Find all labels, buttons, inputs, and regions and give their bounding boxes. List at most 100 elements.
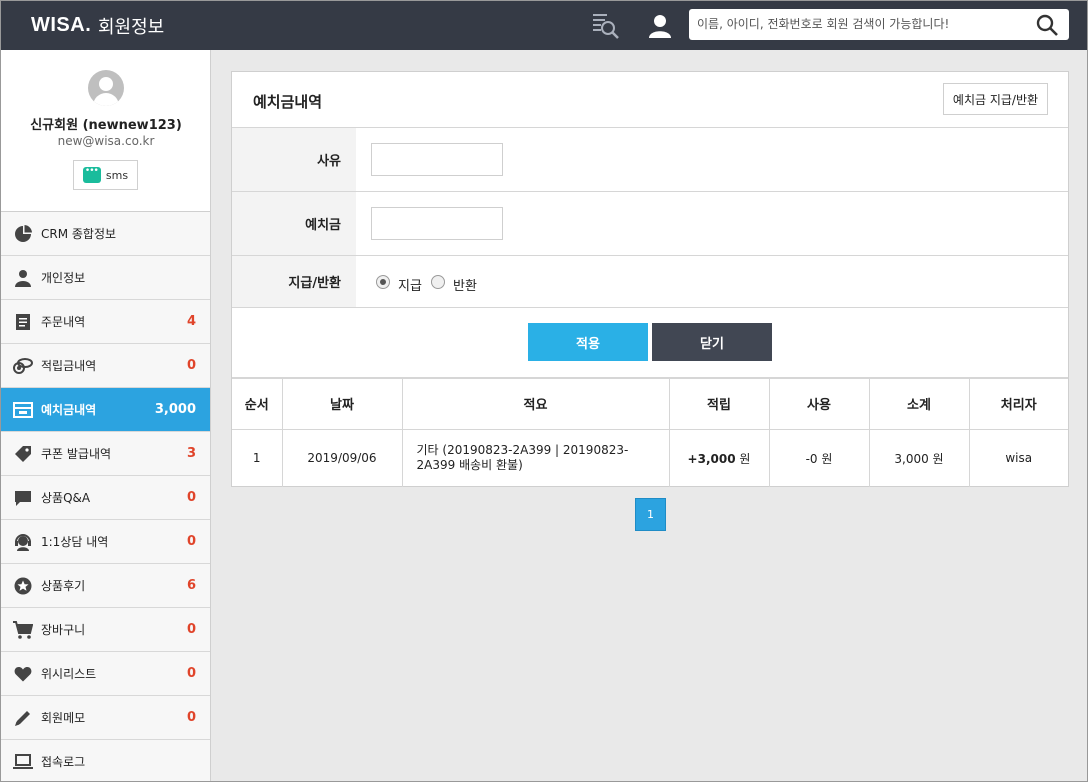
- document-icon: [13, 312, 33, 332]
- sidebar-item-count: 3,000: [154, 402, 196, 417]
- sms-button[interactable]: sms: [73, 160, 138, 190]
- sidebar-item-memo[interactable]: 회원메모 0: [1, 696, 210, 740]
- radio-pay[interactable]: [376, 275, 390, 289]
- cart-icon: [13, 620, 33, 640]
- cell-earn: +3,000 원: [669, 429, 770, 487]
- column-header: 처리자: [969, 379, 1068, 430]
- sidebar-item-crm[interactable]: CRM 종합정보: [1, 212, 210, 256]
- amount-input[interactable]: [371, 207, 503, 240]
- chat-icon: [13, 488, 33, 508]
- sidebar-menu: CRM 종합정보 개인정보 주문내역 4 적립금내역 0 예치금내역 3,000…: [1, 212, 210, 781]
- sidebar-item-label: 위시리스트: [41, 667, 97, 681]
- sidebar-item-count: 0: [186, 622, 196, 637]
- avatar: [88, 70, 124, 106]
- type-label: 지급/반환: [232, 256, 356, 307]
- chat-bubble-icon: [82, 166, 101, 183]
- sidebar-item-wishlist[interactable]: 위시리스트 0: [1, 652, 210, 696]
- pencil-icon: [13, 708, 33, 728]
- sidebar-item-count: 0: [186, 710, 196, 725]
- sidebar-item-label: 장바구니: [41, 623, 86, 637]
- sidebar-item-label: CRM 종합정보: [41, 227, 117, 241]
- form-row-amount: 예치금: [232, 192, 1068, 256]
- close-button[interactable]: 닫기: [652, 323, 772, 361]
- sidebar-item-count: 0: [186, 358, 196, 373]
- laptop-icon: [13, 752, 33, 772]
- sidebar-item-label: 개인정보: [41, 271, 86, 285]
- coins-icon: [13, 356, 33, 376]
- apply-button[interactable]: 적용: [528, 323, 648, 361]
- sidebar-item-label: 예치금내역: [41, 403, 97, 417]
- cell-use: -0 원: [769, 429, 870, 487]
- sidebar-item-orders[interactable]: 주문내역 4: [1, 300, 210, 344]
- reason-label: 사유: [232, 128, 356, 191]
- app-window: WISA. 회원정보 이름, 아이디, 전화번호로 회원 검색이 가능합니다! …: [0, 0, 1088, 782]
- sidebar-item-inquiries[interactable]: 1:1상담 내역 0: [1, 520, 210, 564]
- sidebar: 신규회원 (newnew123) new@wisa.co.kr sms CRM …: [1, 50, 211, 781]
- table-header-row: 순서 날짜 적요 적립 사용 소계 처리자: [232, 379, 1068, 430]
- headset-icon: [13, 532, 33, 552]
- radio-pay-label[interactable]: 지급: [398, 275, 422, 294]
- sidebar-item-label: 상품후기: [41, 579, 86, 593]
- column-header: 적립: [669, 379, 770, 430]
- sidebar-item-label: 주문내역: [41, 315, 86, 329]
- form-row-type: 지급/반환 지급 반환: [232, 256, 1068, 308]
- member-name: 신규회원 (newnew123): [30, 118, 182, 133]
- pagination-page-current[interactable]: 1: [635, 498, 666, 531]
- form-row-reason: 사유: [232, 128, 1068, 192]
- sidebar-item-access-log[interactable]: 접속로그: [1, 740, 210, 781]
- sidebar-item-count: 0: [186, 490, 196, 505]
- panel-title: 예치금내역: [253, 93, 323, 111]
- sidebar-item-label: 적립금내역: [41, 359, 97, 373]
- cell-date: 2019/09/06: [282, 429, 403, 487]
- sidebar-item-count: 3: [186, 446, 196, 461]
- list-search-icon[interactable]: [591, 11, 621, 41]
- table-row: 1 2019/09/06 기타 (20190823-2A399 | 201908…: [232, 429, 1068, 487]
- search-icon[interactable]: [1035, 13, 1059, 37]
- member-search-box: [689, 9, 1069, 40]
- cell-memo: 기타 (20190823-2A399 | 20190823-2A399 배송비 …: [402, 429, 670, 487]
- reason-input[interactable]: [371, 143, 503, 176]
- deposit-icon: [13, 400, 33, 420]
- tag-icon: [13, 444, 33, 464]
- sidebar-item-cart[interactable]: 장바구니 0: [1, 608, 210, 652]
- sidebar-item-qna[interactable]: 상품Q&A 0: [1, 476, 210, 520]
- cell-handler: wisa: [1005, 451, 1033, 466]
- deposit-panel: 예치금내역 예치금 지급/반환 사유 예치금 지급/반환 지급 반환 적용 닫기: [231, 71, 1069, 487]
- sidebar-item-points[interactable]: 적립금내역 0: [1, 344, 210, 388]
- heart-icon: [13, 664, 33, 684]
- user-icon[interactable]: [647, 13, 673, 39]
- radio-refund[interactable]: [431, 275, 445, 289]
- cell-subtotal: 3,000 원: [869, 429, 970, 487]
- sidebar-item-label: 상품Q&A: [41, 491, 91, 505]
- sidebar-item-reviews[interactable]: 상품후기 6: [1, 564, 210, 608]
- sidebar-item-count: 0: [186, 534, 196, 549]
- star-icon: [13, 576, 33, 596]
- earn-unit: 원: [739, 451, 751, 466]
- brand-logo[interactable]: WISA.: [31, 14, 91, 37]
- top-bar: WISA. 회원정보: [1, 1, 1087, 50]
- deposit-pay-refund-button[interactable]: 예치금 지급/반환: [943, 83, 1048, 115]
- sidebar-item-label: 1:1상담 내역: [41, 535, 109, 549]
- member-email: new@wisa.co.kr: [57, 134, 155, 148]
- sidebar-item-personal-info[interactable]: 개인정보: [1, 256, 210, 300]
- form-actions: 적용 닫기: [232, 308, 1068, 378]
- panel-header: 예치금내역 예치금 지급/반환: [232, 72, 1068, 128]
- column-header: 사용: [769, 379, 870, 430]
- column-header: 날짜: [282, 379, 403, 430]
- sms-label: sms: [105, 168, 129, 182]
- sidebar-item-deposit[interactable]: 예치금내역 3,000: [1, 388, 210, 432]
- sidebar-item-count: 6: [186, 578, 196, 593]
- cell-no: 1: [232, 429, 283, 487]
- sidebar-item-coupons[interactable]: 쿠폰 발급내역 3: [1, 432, 210, 476]
- sidebar-item-label: 접속로그: [41, 755, 86, 769]
- person-icon: [13, 268, 33, 288]
- sidebar-item-count: 0: [186, 666, 196, 681]
- column-header: 적요: [402, 379, 670, 430]
- member-profile: 신규회원 (newnew123) new@wisa.co.kr sms: [1, 50, 210, 212]
- member-search-input[interactable]: [697, 14, 1027, 34]
- earn-amount: +3,000: [687, 451, 736, 466]
- page-title: 회원정보: [98, 17, 165, 38]
- deposit-history-table: 순서 날짜 적요 적립 사용 소계 처리자 1 2019/09/06 기타 (2…: [232, 379, 1068, 487]
- sidebar-item-label: 회원메모: [41, 711, 86, 725]
- radio-refund-label[interactable]: 반환: [453, 275, 477, 294]
